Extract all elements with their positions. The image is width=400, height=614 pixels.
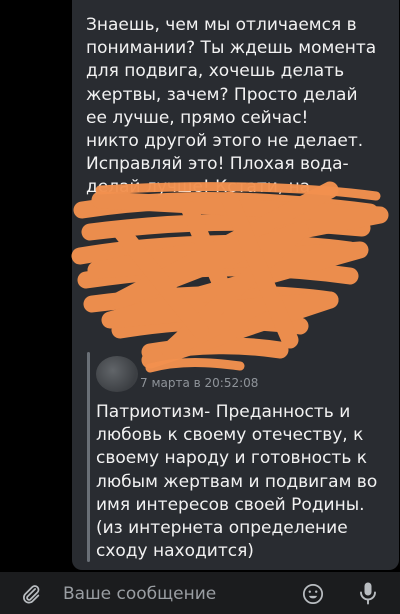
quoted-author-avatar: [96, 356, 138, 392]
paperclip-icon[interactable]: [20, 583, 42, 605]
quote-timestamp: 7 марта в 20:52:08: [140, 376, 259, 390]
message-text: Знаешь, чем мы отличаемся в понимании? Т…: [86, 15, 377, 198]
chat-screen: Знаешь, чем мы отличаемся в понимании? Т…: [0, 0, 400, 614]
microphone-icon[interactable]: [358, 581, 378, 605]
quote-accent-bar: [87, 352, 90, 562]
message-input[interactable]: [56, 580, 293, 608]
emoji-icon[interactable]: [302, 583, 324, 605]
quote-text: Патриотизм- Преданность и любовь к своем…: [96, 402, 378, 562]
